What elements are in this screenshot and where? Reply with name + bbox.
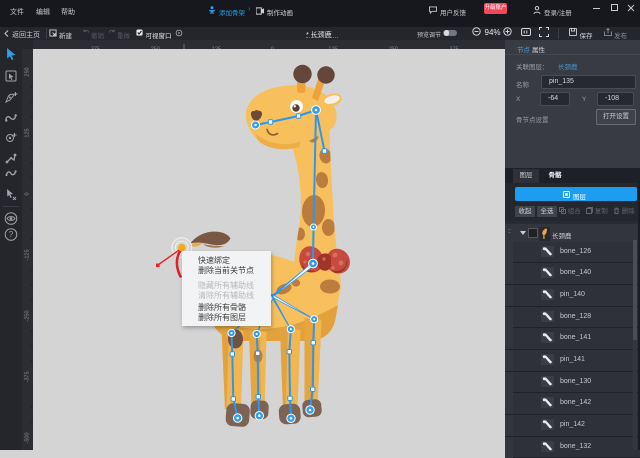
svg-text:-375: -375 bbox=[25, 371, 31, 382]
svg-text:-125: -125 bbox=[25, 249, 31, 260]
svg-text:-500: -500 bbox=[25, 432, 31, 443]
svg-text:?: ? bbox=[9, 230, 14, 239]
svg-text:-250: -250 bbox=[25, 310, 31, 321]
svg-text:125: 125 bbox=[25, 128, 31, 137]
svg-text:250: 250 bbox=[25, 67, 31, 76]
svg-text:0: 0 bbox=[25, 192, 31, 195]
